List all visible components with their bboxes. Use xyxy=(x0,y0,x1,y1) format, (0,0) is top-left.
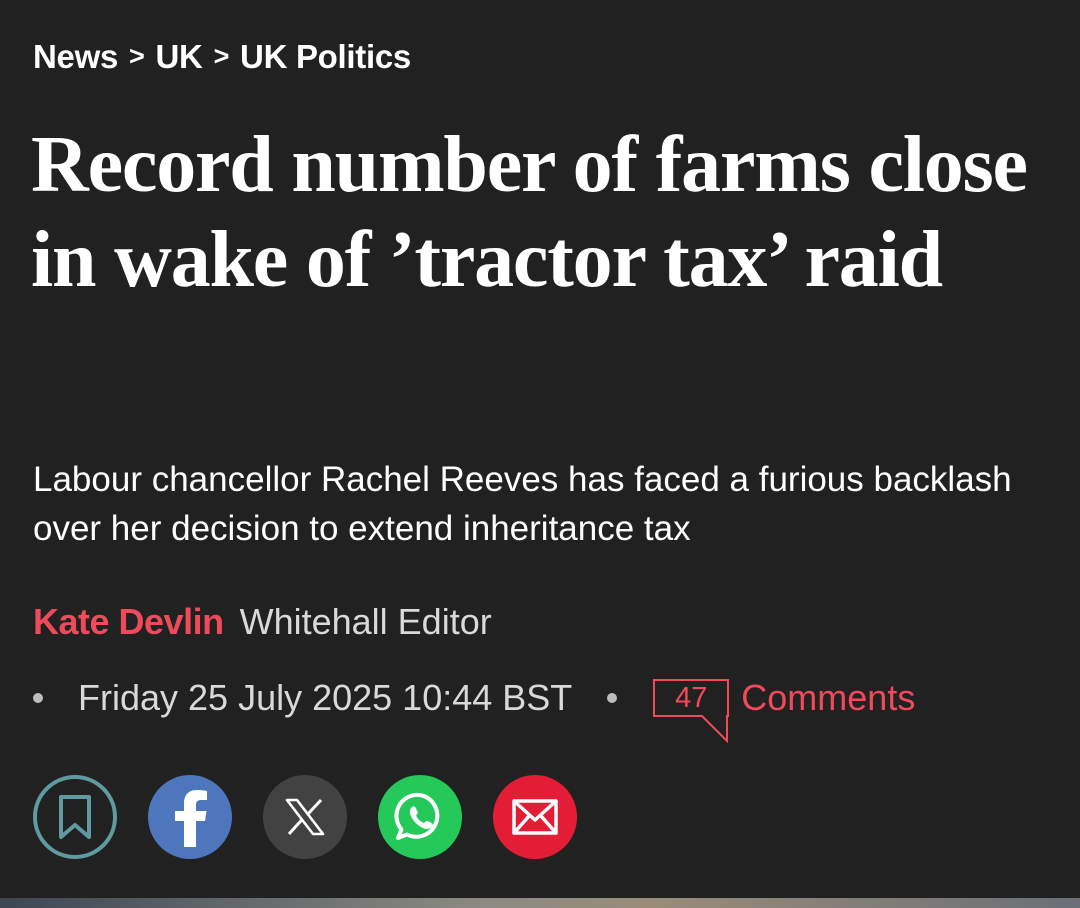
facebook-share-button[interactable] xyxy=(148,775,232,859)
author-role: Whitehall Editor xyxy=(239,601,492,642)
bullet-dot xyxy=(33,693,43,703)
author-link[interactable]: Kate Devlin xyxy=(33,601,224,642)
email-share-button[interactable] xyxy=(493,775,577,859)
bookmark-button[interactable] xyxy=(33,775,117,859)
comment-icon: 47 xyxy=(653,679,730,743)
whatsapp-share-button[interactable] xyxy=(378,775,462,859)
comments-label: Comments xyxy=(741,677,916,718)
comments-link[interactable]: 47 Comments xyxy=(653,677,916,743)
comment-count: 47 xyxy=(675,681,708,714)
hero-image-edge xyxy=(0,898,1080,908)
breadcrumb-uk[interactable]: UK xyxy=(155,38,202,76)
comment-tail-icon xyxy=(700,715,729,743)
byline: Kate Devlin Whitehall Editor xyxy=(33,601,492,643)
x-share-button[interactable] xyxy=(263,775,347,859)
breadcrumb-separator: > xyxy=(213,40,230,71)
breadcrumb-uk-politics[interactable]: UK Politics xyxy=(240,38,411,76)
article-meta: Friday 25 July 2025 10:44 BST 47 Comment… xyxy=(33,674,916,743)
facebook-icon xyxy=(175,790,207,847)
bookmark-icon xyxy=(59,795,91,839)
publish-date: Friday 25 July 2025 10:44 BST xyxy=(78,677,573,718)
share-toolbar xyxy=(33,775,577,859)
article-standfirst: Labour chancellor Rachel Reeves has face… xyxy=(33,460,1012,548)
breadcrumb-separator: > xyxy=(129,40,145,71)
bullet-dot xyxy=(607,693,618,703)
breadcrumb-news[interactable]: News xyxy=(33,38,118,76)
email-icon xyxy=(512,799,558,835)
x-icon xyxy=(285,798,325,836)
breadcrumb: News > UK > UK Politics xyxy=(33,38,411,76)
whatsapp-icon xyxy=(394,792,440,840)
article-headline: Record number of farms close in wake of … xyxy=(31,121,1028,304)
